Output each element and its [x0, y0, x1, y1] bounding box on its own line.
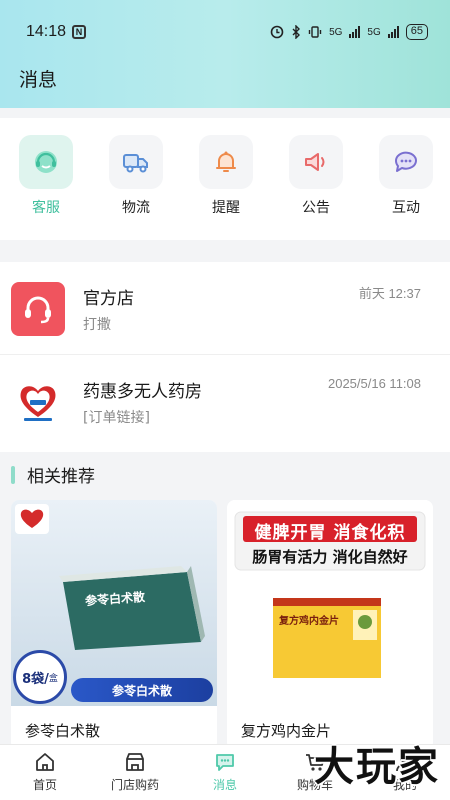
- status-time: 14:18 N: [26, 23, 87, 41]
- truck-icon: [109, 135, 163, 189]
- vibrate-icon: [308, 26, 322, 38]
- quick-label: 物流: [122, 200, 150, 216]
- tab-label: 消息: [212, 778, 237, 792]
- tab-label: 门店购药: [110, 778, 159, 792]
- section-title: 相关推荐: [27, 467, 95, 487]
- quick-interaction[interactable]: 互动: [378, 135, 434, 240]
- tab-label: 首页: [32, 778, 57, 792]
- quick-logistics[interactable]: 物流: [108, 135, 164, 240]
- product-banner-line2: 肠胃有活力 消化自然好: [252, 548, 408, 566]
- store-icon: [126, 753, 144, 771]
- section-accent-bar: [11, 465, 15, 484]
- quick-label: 公告: [302, 200, 330, 216]
- message-title: 药惠多无人药房: [83, 382, 202, 402]
- bell-icon: [199, 135, 253, 189]
- message-time: 前天 12:37: [358, 286, 421, 301]
- chat-bubble-icon: [379, 135, 433, 189]
- customer-service-icon: [19, 135, 73, 189]
- alarm-icon: [270, 25, 284, 39]
- product-banner-line1: 健脾开胃 消食化积: [254, 523, 406, 543]
- headset-icon: [11, 282, 65, 336]
- nfc-icon: N: [72, 25, 87, 39]
- speaker-icon: [289, 135, 343, 189]
- status-icons: 5G 5G 65: [270, 24, 428, 40]
- signal-icon: [349, 26, 361, 38]
- quick-announcement[interactable]: 公告: [288, 135, 344, 240]
- network-5g-1: 5G: [329, 26, 343, 38]
- product-card[interactable]: 参苓白术散 8袋/盒 参苓白术散 参苓白术散: [11, 500, 217, 750]
- list-item[interactable]: 官方店 前天 12:37 打撒: [0, 262, 450, 354]
- quick-label: 互动: [392, 200, 420, 216]
- recommend-header: 相关推荐: [11, 462, 95, 487]
- bluetooth-icon: [292, 25, 301, 39]
- quick-reminder[interactable]: 提醒: [198, 135, 254, 240]
- clock: 14:18: [26, 23, 67, 40]
- product-banner-text: 参苓白术散: [111, 683, 172, 698]
- watermark: 大玩家: [314, 743, 440, 790]
- badge-unit: 盒: [48, 673, 58, 684]
- quick-label: 客服: [32, 200, 60, 216]
- list-item[interactable]: 药惠多无人药房 2025/5/16 11:08 [订单链接]: [0, 354, 450, 446]
- product-banner: 参苓白术散: [71, 678, 213, 702]
- home-icon: [36, 753, 54, 771]
- message-icon: [216, 754, 234, 771]
- message-preview: [订单链接]: [83, 410, 150, 426]
- badge-count: 8袋/: [22, 671, 49, 687]
- battery-indicator: 65: [405, 24, 428, 40]
- tab-store[interactable]: 门店购药: [90, 745, 180, 800]
- message-title: 官方店: [83, 289, 134, 309]
- message-preview: 打撒: [83, 317, 111, 333]
- product-count-badge: 8袋/盒: [13, 650, 67, 704]
- product-name: 参苓白术散: [25, 722, 101, 740]
- tab-messages[interactable]: 消息: [180, 745, 270, 800]
- message-time: 2025/5/16 11:08: [327, 376, 421, 391]
- page-title: 消息: [19, 69, 58, 91]
- signal-icon-2: [387, 26, 399, 38]
- quick-actions: 客服 物流 提醒 公告 互动: [0, 118, 450, 240]
- message-list: 官方店 前天 12:37 打撒 药惠多无人药房 2025/5/16 11:08 …: [0, 262, 450, 452]
- quick-customer-service[interactable]: 客服: [18, 135, 74, 240]
- header: 14:18 N 5G 5G 65 消息: [0, 0, 450, 108]
- product-box-title: 复方鸡内金片: [279, 616, 339, 627]
- status-bar: 14:18 N 5G 5G 65: [26, 20, 428, 44]
- quick-label: 提醒: [212, 200, 240, 216]
- product-card[interactable]: 健脾开胃 消食化积 肠胃有活力 消化自然好 复方鸡内金片 复方鸡内金片: [227, 500, 433, 750]
- tab-home[interactable]: 首页: [0, 745, 90, 800]
- network-5g-2: 5G: [367, 26, 381, 38]
- pharmacy-logo-icon: [11, 375, 65, 429]
